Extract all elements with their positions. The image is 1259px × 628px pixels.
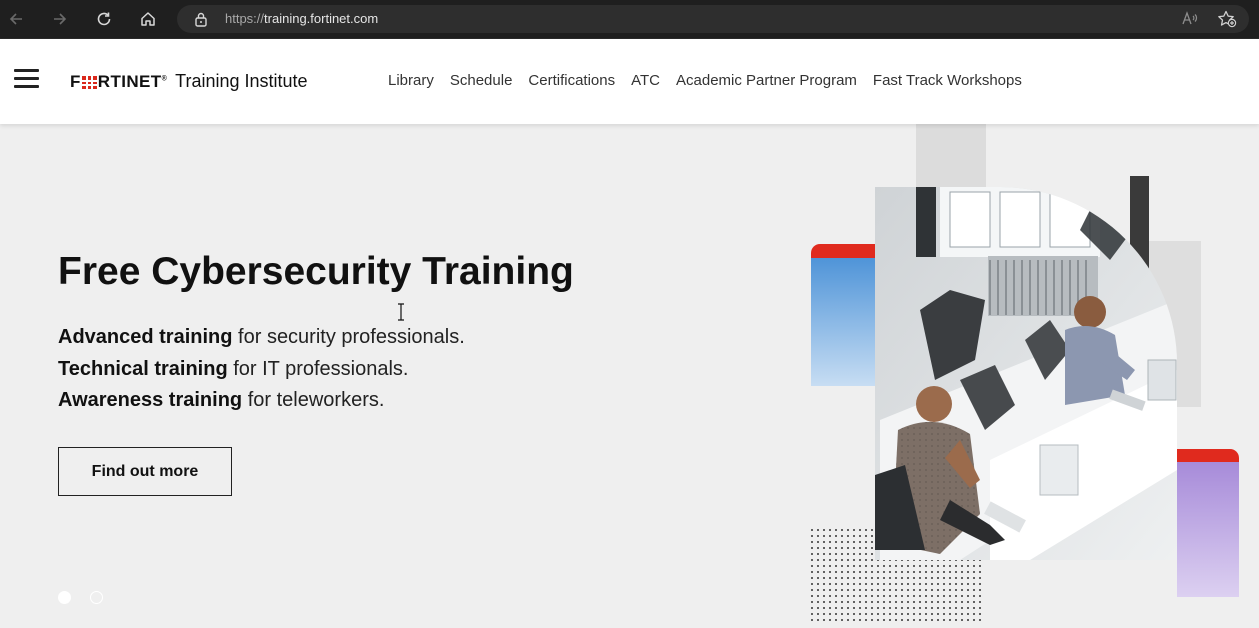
hero-line-technical: Technical training for IT professionals. (58, 358, 409, 380)
url-scheme: https:// (225, 11, 265, 26)
reload-icon[interactable] (91, 7, 117, 31)
fortinet-logo[interactable]: F RTINET® Training Institute (70, 71, 308, 92)
url-host: training.fortinet.com (264, 11, 379, 26)
hero-line-awareness: Awareness training for teleworkers. (58, 389, 385, 411)
logo-wordmark: F RTINET® (70, 71, 168, 91)
nav-academic-partner-program[interactable]: Academic Partner Program (676, 72, 857, 89)
arrow-right-icon[interactable] (47, 7, 73, 31)
text-cursor-icon (396, 303, 406, 326)
decor-shapes (811, 124, 1239, 625)
logo-grid-icon (81, 75, 97, 89)
read-aloud-icon[interactable] (1181, 10, 1199, 33)
nav-library[interactable]: Library (388, 72, 434, 89)
hero-line-advanced: Advanced training for security professio… (58, 326, 465, 348)
browser-toolbar: https://training.fortinet.com (0, 0, 1259, 39)
nav-fast-track-workshops[interactable]: Fast Track Workshops (873, 72, 1022, 89)
hamburger-menu-icon[interactable] (14, 69, 40, 91)
logo-subtitle: Training Institute (175, 71, 308, 91)
nav-certifications[interactable]: Certifications (528, 72, 615, 89)
lock-icon[interactable] (194, 11, 208, 32)
office-photo (875, 187, 1177, 560)
nav-atc[interactable]: ATC (631, 72, 660, 89)
url-text[interactable]: https://training.fortinet.com (225, 11, 378, 26)
nav-schedule[interactable]: Schedule (450, 72, 513, 89)
carousel-dot-2[interactable] (90, 591, 103, 604)
arrow-left-icon[interactable] (3, 7, 29, 31)
carousel-dot-1[interactable] (58, 591, 71, 604)
hero-title: Free Cybersecurity Training (58, 250, 574, 293)
site-header: F RTINET® Training Institute Library Sche… (0, 39, 1259, 124)
add-favorite-icon[interactable] (1217, 10, 1237, 33)
home-icon[interactable] (135, 7, 161, 31)
find-out-more-button[interactable]: Find out more (58, 447, 232, 496)
address-bar[interactable]: https://training.fortinet.com (177, 5, 1249, 33)
main-nav: Library Schedule Certifications ATC Acad… (388, 72, 1022, 89)
